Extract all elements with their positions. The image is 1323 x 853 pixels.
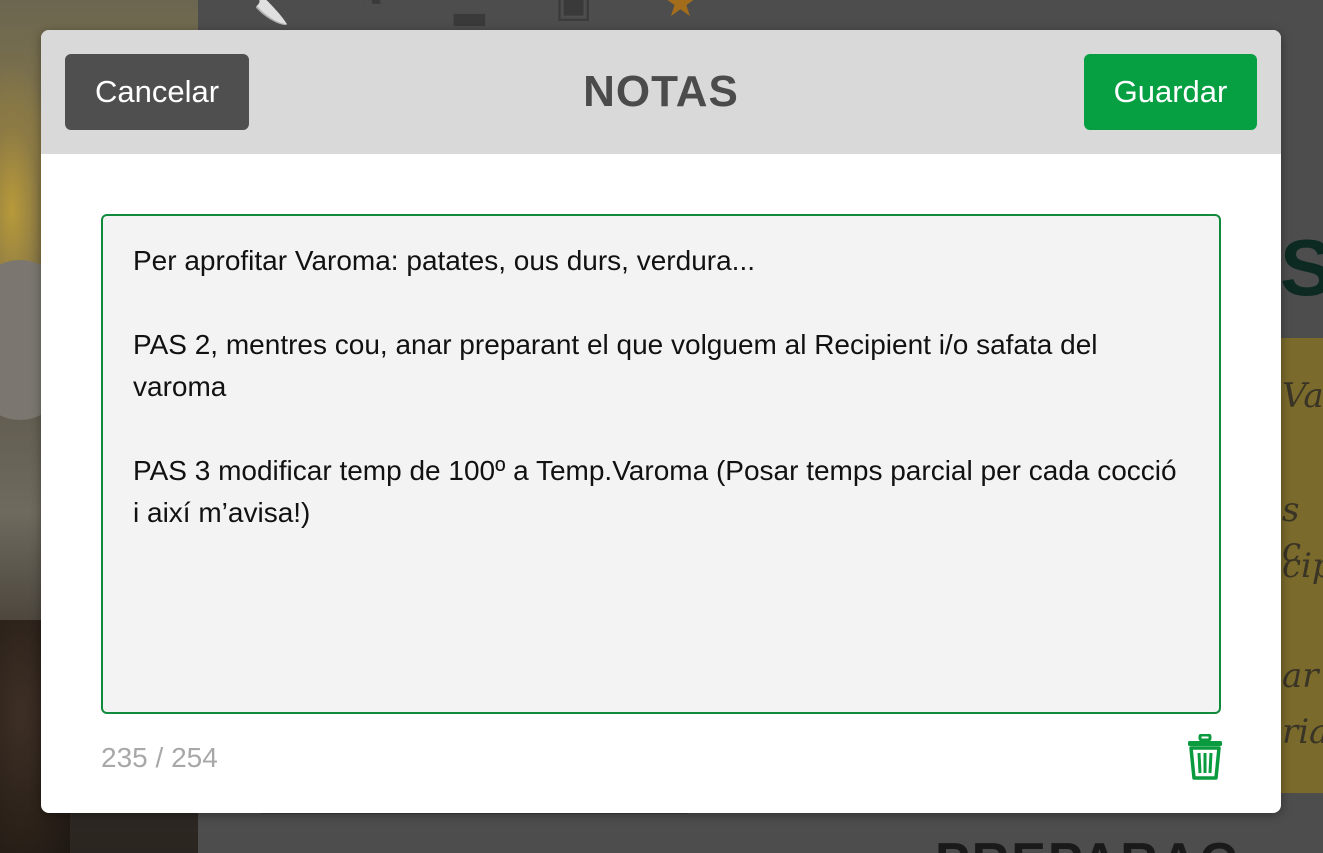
notes-textarea[interactable]: Per aprofitar Varoma: patates, ous durs,… [101, 214, 1221, 714]
dialog-header: Cancelar NOTAS Guardar [41, 30, 1281, 154]
notes-dialog: Cancelar NOTAS Guardar Per aprofitar Var… [41, 30, 1281, 813]
background-heading: S [1280, 223, 1323, 312]
dialog-body: Per aprofitar Varoma: patates, ous durs,… [41, 154, 1281, 714]
recipe-info-icons: 🔪 ◔ ▂ ▣ ★ [240, 0, 698, 27]
dialog-footer: 235 / 254 [41, 714, 1281, 804]
knife-icon: 🔪 [240, 0, 290, 26]
servings-icon: ▂ [453, 0, 485, 25]
preparation-heading: PREPARAC [935, 832, 1239, 853]
cancel-button[interactable]: Cancelar [65, 54, 249, 130]
star-icon: ★ [662, 0, 699, 25]
timer-icon: ◔ [359, 0, 384, 24]
chef-hat-icon: ▣ [554, 0, 593, 25]
character-counter: 235 / 254 [101, 742, 218, 773]
trash-icon[interactable] [1187, 734, 1223, 780]
save-button[interactable]: Guardar [1084, 54, 1257, 130]
